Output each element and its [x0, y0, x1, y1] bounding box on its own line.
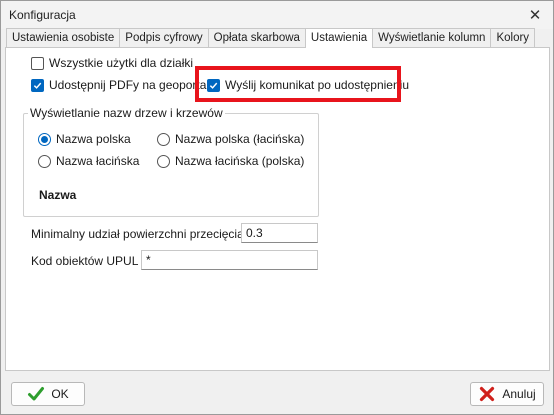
title-bar: Konfiguracja ✕: [1, 1, 553, 29]
tab-strip: Ustawienia osobiste Podpis cyfrowy Opłat…: [6, 28, 536, 48]
tab-colors[interactable]: Kolory: [490, 28, 536, 47]
upul-code-input[interactable]: *: [141, 250, 318, 270]
tab-stamp-duty[interactable]: Opłata skarbowa: [207, 28, 306, 47]
min-share-label: Minimalny udział powierzchni przecięcia …: [31, 227, 266, 241]
tab-digital-signature[interactable]: Podpis cyfrowy: [119, 28, 209, 47]
radio-button[interactable]: [38, 154, 51, 168]
window-title: Konfiguracja: [9, 8, 76, 22]
min-share-input[interactable]: 0.3: [241, 223, 318, 243]
all-uses-label: Wszystkie użytki dla działki: [49, 56, 194, 70]
tree-names-legend: Wyświetlanie nazw drzew i krzewów: [28, 106, 225, 120]
red-x-icon: [478, 385, 496, 403]
share-pdf-option[interactable]: Udostępnij PDFy na geoportalu: [31, 78, 216, 92]
upul-code-label: Kod obiektów UPUL: [31, 254, 139, 268]
checkmark-icon: [33, 82, 42, 89]
highlight-annotation: [195, 66, 401, 102]
share-pdf-label: Udostępnij PDFy na geoportalu: [49, 78, 216, 92]
radio-latin-name[interactable]: Nazwa łacińska: [38, 154, 139, 168]
close-button[interactable]: ✕: [523, 3, 547, 27]
radio-latin-polish-name[interactable]: Nazwa łacińska (polska): [157, 154, 304, 168]
radio-polish-latin-name[interactable]: Nazwa polska (łacińska): [157, 132, 304, 146]
tab-settings[interactable]: Ustawienia: [304, 28, 374, 48]
all-uses-checkbox[interactable]: [31, 56, 44, 70]
checkmark-icon: [27, 385, 45, 403]
radio-label: Nazwa polska: [56, 132, 131, 146]
radio-button[interactable]: [157, 132, 170, 146]
cancel-button[interactable]: Anuluj: [470, 382, 544, 406]
radio-button[interactable]: [157, 154, 170, 168]
configuration-dialog: Konfiguracja ✕ Ustawienia osobiste Podpi…: [0, 0, 554, 415]
all-uses-option[interactable]: Wszystkie użytki dla działki: [31, 56, 193, 70]
ok-label: OK: [51, 387, 69, 401]
radio-label: Nazwa łacińska: [56, 154, 140, 168]
close-icon: ✕: [528, 7, 542, 24]
tab-column-display[interactable]: Wyświetlanie kolumn: [372, 28, 492, 47]
radio-polish-name[interactable]: Nazwa polska: [38, 132, 131, 146]
tab-personal-settings[interactable]: Ustawienia osobiste: [6, 28, 121, 47]
name-preview: Nazwa: [39, 188, 77, 202]
radio-button[interactable]: [38, 132, 51, 146]
radio-label: Nazwa polska (łacińska): [175, 132, 305, 146]
share-pdf-checkbox[interactable]: [31, 78, 44, 92]
cancel-label: Anuluj: [502, 387, 536, 401]
ok-button[interactable]: OK: [11, 382, 85, 406]
radio-label: Nazwa łacińska (polska): [175, 154, 305, 168]
